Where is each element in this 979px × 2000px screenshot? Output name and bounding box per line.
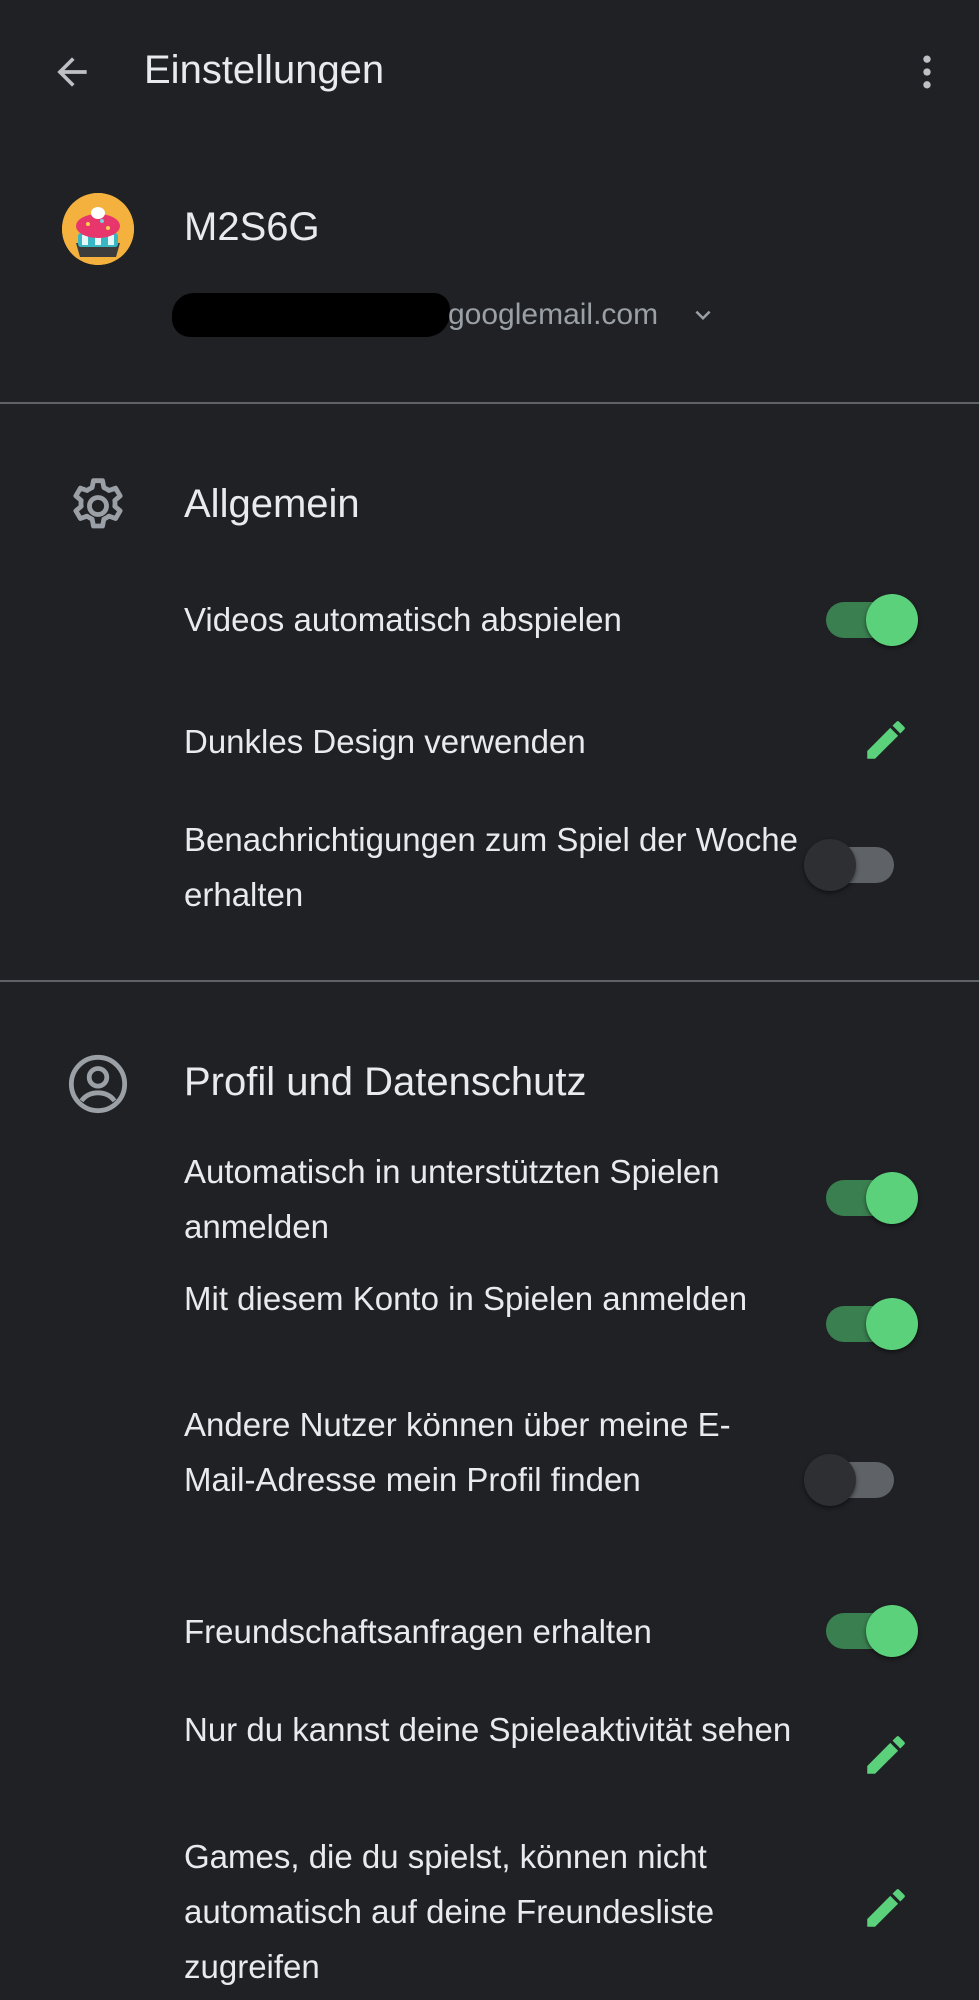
account-name: M2S6G — [184, 205, 320, 249]
setting-label-dark-theme: Dunkles Design verwenden — [184, 723, 586, 760]
toggle-thumb — [804, 839, 856, 891]
section-title-privacy: Profil und Datenschutz — [184, 1060, 587, 1104]
toggle-thumb — [866, 1172, 918, 1224]
more-vert-icon — [923, 55, 931, 89]
setting-label-find-by-email: Andere Nutzer können über meine E-Mail-A… — [184, 1406, 731, 1498]
toggle-thumb — [866, 1605, 918, 1657]
cupcake-avatar-icon — [62, 193, 134, 265]
divider — [0, 402, 979, 404]
avatar[interactable] — [62, 193, 134, 265]
redacted-email-part — [172, 293, 450, 337]
friend-requests-toggle[interactable] — [826, 1605, 918, 1657]
find-by-email-toggle[interactable] — [804, 1454, 894, 1506]
account-circle-icon-container — [62, 1048, 134, 1120]
more-options-button[interactable] — [895, 40, 959, 104]
auto-signin-toggle[interactable] — [826, 1172, 918, 1224]
setting-label-account-signin: Mit diesem Konto in Spielen anmelden — [184, 1280, 748, 1317]
setting-label-game-of-week: Benachrichtigungen zum Spiel der Woche e… — [184, 821, 798, 913]
setting-label-game-activity: Nur du kannst deine Spieleaktivität sehe… — [184, 1711, 792, 1748]
account-circle-icon — [68, 1054, 128, 1114]
gear-icon — [73, 478, 123, 529]
toggle-thumb — [866, 594, 918, 646]
toggle-thumb — [866, 1298, 918, 1350]
back-button[interactable] — [40, 40, 104, 104]
pencil-icon — [867, 721, 905, 759]
section-title-general: Allgemein — [184, 482, 360, 526]
pencil-icon — [867, 1889, 905, 1927]
account-signin-toggle[interactable] — [826, 1298, 918, 1350]
gear-icon-container — [62, 470, 134, 542]
autoplay-toggle[interactable] — [826, 594, 918, 646]
account-switcher[interactable]: googlemail.com — [172, 290, 718, 340]
game-activity-edit-button[interactable] — [854, 1723, 918, 1787]
dark-theme-edit-button[interactable] — [854, 708, 918, 772]
arrow-back-icon — [57, 57, 87, 87]
settings-page: Einstellungen M2S6G googlemail.com Allge… — [0, 0, 979, 2000]
account-email: googlemail.com — [448, 298, 659, 331]
toggle-thumb — [804, 1454, 856, 1506]
setting-label-auto-signin: Automatisch in unterstützten Spielen anm… — [184, 1153, 720, 1245]
chevron-down-icon — [695, 310, 711, 320]
setting-label-autoplay: Videos automatisch abspielen — [184, 601, 622, 638]
setting-label-friend-requests: Freundschaftsanfragen erhalten — [184, 1613, 652, 1650]
friends-list-access-edit-button[interactable] — [854, 1876, 918, 1940]
page-title: Einstellungen — [144, 48, 385, 92]
app-bar: Einstellungen — [0, 0, 979, 144]
divider — [0, 980, 979, 982]
setting-label-friends-list-access: Games, die du spielst, können nicht auto… — [184, 1838, 715, 1985]
game-of-week-toggle[interactable] — [804, 839, 894, 891]
pencil-icon — [867, 1736, 905, 1774]
